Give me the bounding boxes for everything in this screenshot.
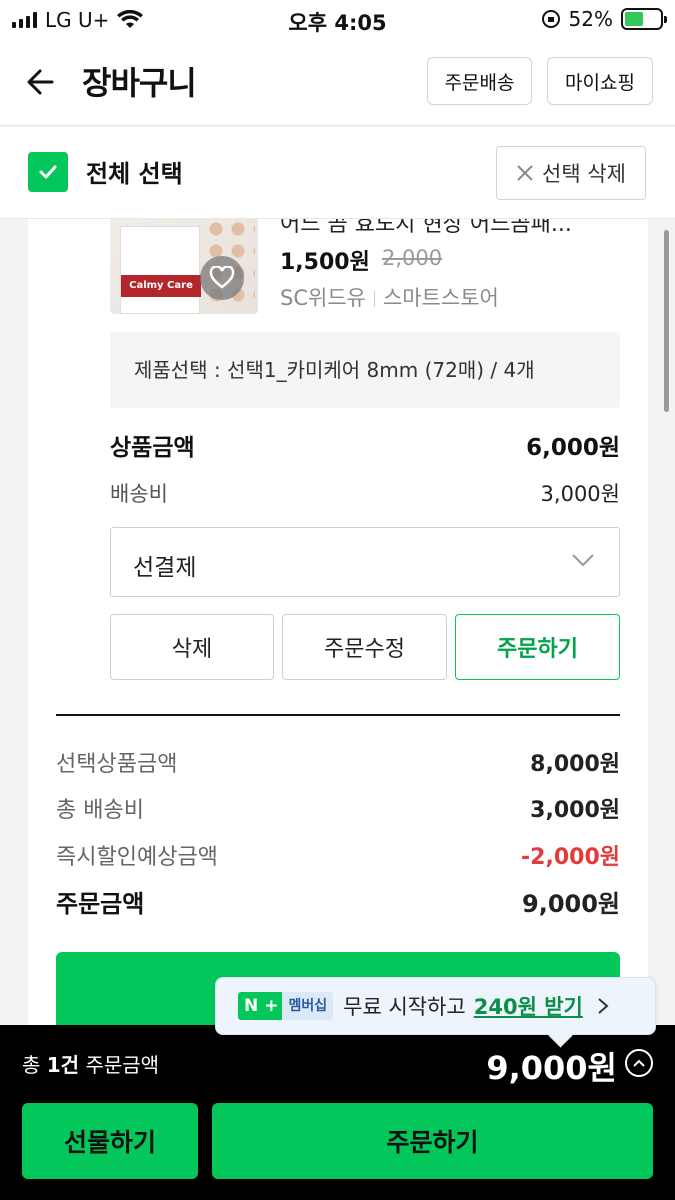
badge-n: N (238, 992, 265, 1020)
divider (56, 714, 620, 716)
total-shipping-row: 총 배송비 3,000원 (56, 792, 620, 824)
order-delivery-button[interactable]: 주문배송 (427, 57, 532, 105)
payment-method-value: 선결제 (133, 555, 197, 581)
select-all-checkbox[interactable] (28, 152, 68, 192)
product-option: 제품선택 : 선택1_카미케어 8mm (72매) / 4개 (110, 332, 620, 408)
bottom-order-bar: 총 1건 주문금액 9,000원 선물하기 주문하기 (0, 1025, 675, 1200)
seller-info: SC위드유 스마트스토어 (280, 282, 499, 312)
delete-item-button[interactable]: 삭제 (110, 614, 274, 680)
count-value: 1건 (46, 1053, 80, 1077)
discount-label: 즉시할인예상금액 (56, 845, 218, 870)
back-arrow-icon[interactable] (22, 62, 62, 102)
thumbnail-label: Calmy Care (121, 275, 201, 297)
order-total-value: 9,000원 (522, 890, 620, 918)
payment-method-select[interactable]: 선결제 (110, 527, 620, 597)
gift-button[interactable]: 선물하기 (22, 1103, 198, 1179)
edit-order-button[interactable]: 주문수정 (282, 614, 447, 680)
tooltip-text: 무료 시작하고 (343, 995, 466, 1019)
my-shopping-button[interactable]: 마이쇼핑 (547, 57, 653, 105)
product-original-price: 2,000 (382, 246, 443, 270)
battery-icon (621, 8, 667, 30)
order-total-label: 주문금액 (56, 890, 145, 918)
count-suffix: 주문금액 (85, 1053, 160, 1077)
total-shipping-label: 총 배송비 (56, 798, 144, 823)
tooltip-highlight-link[interactable]: 240원 받기 (474, 991, 583, 1021)
order-item-button[interactable]: 주문하기 (455, 614, 620, 680)
status-bar: LG U+ 오후 4:05 52% (0, 0, 675, 40)
selected-amount-label: 선택상품금액 (56, 752, 178, 777)
select-all-label[interactable]: 전체 선택 (86, 154, 183, 189)
product-amount-label: 상품금액 (110, 435, 195, 461)
header: 장바구니 주문배송 마이쇼핑 (0, 40, 675, 126)
product-thumbnail[interactable]: Calmy Care (110, 208, 258, 314)
page-title: 장바구니 (82, 64, 197, 102)
discount-value: -2,000원 (521, 845, 620, 870)
battery-percent: 52% (568, 7, 613, 31)
shipping-row: 배송비 3,000원 (110, 478, 620, 508)
selected-amount-row: 선택상품금액 8,000원 (56, 746, 620, 778)
check-icon (39, 165, 57, 179)
bottom-total: 9,000원 (486, 1049, 617, 1087)
product-amount-row: 상품금액 6,000원 (110, 428, 620, 462)
order-count: 총 1건 주문금액 (22, 1049, 159, 1078)
scrollbar[interactable] (664, 230, 669, 412)
membership-tooltip[interactable]: N + 멤버십 무료 시작하고 240원 받기 (215, 977, 656, 1035)
close-icon (517, 165, 533, 181)
total-shipping-value: 3,000원 (530, 798, 620, 823)
delete-selected-button[interactable]: 선택 삭제 (496, 146, 646, 200)
product-amount-value: 6,000원 (526, 435, 620, 461)
count-prefix: 총 (22, 1053, 41, 1077)
selected-amount-value: 8,000원 (530, 752, 620, 777)
chevron-down-icon (572, 554, 594, 567)
badge-plus: + (264, 992, 283, 1020)
naver-plus-membership-badge: N + 멤버십 (238, 992, 334, 1020)
store-type: 스마트스토어 (382, 286, 499, 310)
checkout-button[interactable]: 주문하기 (212, 1103, 653, 1179)
chevron-right-icon (598, 998, 609, 1014)
expand-summary-icon[interactable] (625, 1049, 653, 1077)
shipping-value: 3,000원 (540, 482, 620, 506)
rotation-lock-icon (541, 10, 560, 28)
shipping-label: 배송비 (110, 482, 168, 506)
product-price: 1,500원 (280, 250, 370, 275)
discount-row: 즉시할인예상금액 -2,000원 (56, 839, 620, 871)
seller-name[interactable]: SC위드유 (280, 286, 366, 310)
delete-selected-label: 선택 삭제 (542, 162, 626, 186)
wishlist-heart-icon[interactable] (200, 256, 244, 300)
badge-membership: 멤버십 (282, 992, 334, 1020)
order-total-row: 주문금액 9,000원 (56, 884, 620, 919)
select-all-bar: 전체 선택 선택 삭제 (0, 127, 675, 219)
